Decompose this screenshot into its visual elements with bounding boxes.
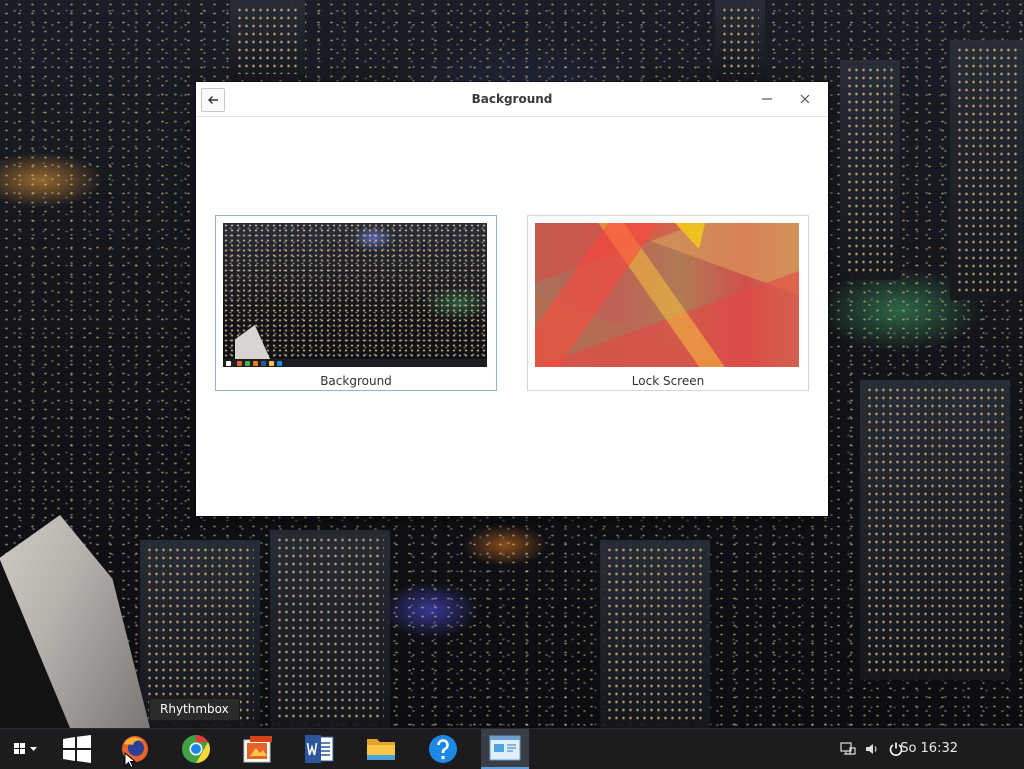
close-icon	[800, 94, 810, 104]
tray-volume[interactable]	[862, 729, 882, 769]
wallpaper-building	[715, 0, 765, 80]
taskbar-help[interactable]	[422, 729, 464, 769]
file-explorer-icon	[367, 739, 395, 760]
network-icon	[840, 742, 856, 755]
image-viewer-icon	[243, 736, 272, 763]
lock-screen-card-label: Lock Screen	[631, 374, 705, 388]
wallpaper-building	[840, 60, 900, 280]
minimize-button[interactable]	[756, 88, 778, 110]
minimize-icon	[762, 98, 772, 100]
lock-screen-card[interactable]: Lock Screen	[527, 215, 809, 391]
taskbar-chrome[interactable]	[175, 729, 217, 769]
lock-screen-thumbnail	[535, 223, 799, 367]
volume-icon	[866, 744, 877, 754]
background-settings-window: Background Background Lock Screen	[196, 82, 828, 516]
close-button[interactable]	[794, 88, 816, 110]
wallpaper-building	[600, 540, 710, 728]
thumbnail-ledge	[235, 325, 271, 361]
taskbar-clock[interactable]: So 16:32	[900, 729, 958, 769]
background-settings-icon	[489, 735, 521, 761]
background-thumbnail	[223, 223, 487, 367]
mouse-pointer-icon	[124, 752, 136, 768]
taskbar: So 16:32	[0, 728, 1024, 769]
background-card[interactable]: Background	[215, 215, 497, 391]
chrome-icon	[182, 735, 210, 763]
start-icon	[14, 743, 37, 754]
background-card-label: Background	[320, 374, 392, 388]
taskbar-image-viewer[interactable]	[237, 729, 279, 769]
windows-logo-icon	[63, 735, 91, 763]
wallpaper-building	[230, 0, 305, 80]
taskbar-word[interactable]	[298, 729, 340, 769]
arrow-left-icon	[208, 96, 218, 104]
window-titlebar[interactable]: Background	[196, 82, 828, 117]
wallpaper-building	[950, 40, 1024, 300]
window-title: Background	[471, 92, 553, 106]
wallpaper-building	[270, 530, 390, 728]
help-icon	[429, 735, 457, 763]
taskbar-tooltip: Rhythmbox	[149, 698, 240, 721]
taskbar-file-explorer[interactable]	[360, 729, 402, 769]
word-icon	[305, 735, 334, 763]
taskbar-windows-logo[interactable]	[56, 729, 98, 769]
back-button[interactable]	[201, 88, 225, 112]
start-menu-button[interactable]	[2, 729, 46, 769]
tray-network[interactable]	[838, 729, 858, 769]
wallpaper-building	[860, 380, 1010, 680]
taskbar-background-settings[interactable]	[481, 729, 529, 769]
thumbnail-taskbar	[223, 359, 487, 367]
